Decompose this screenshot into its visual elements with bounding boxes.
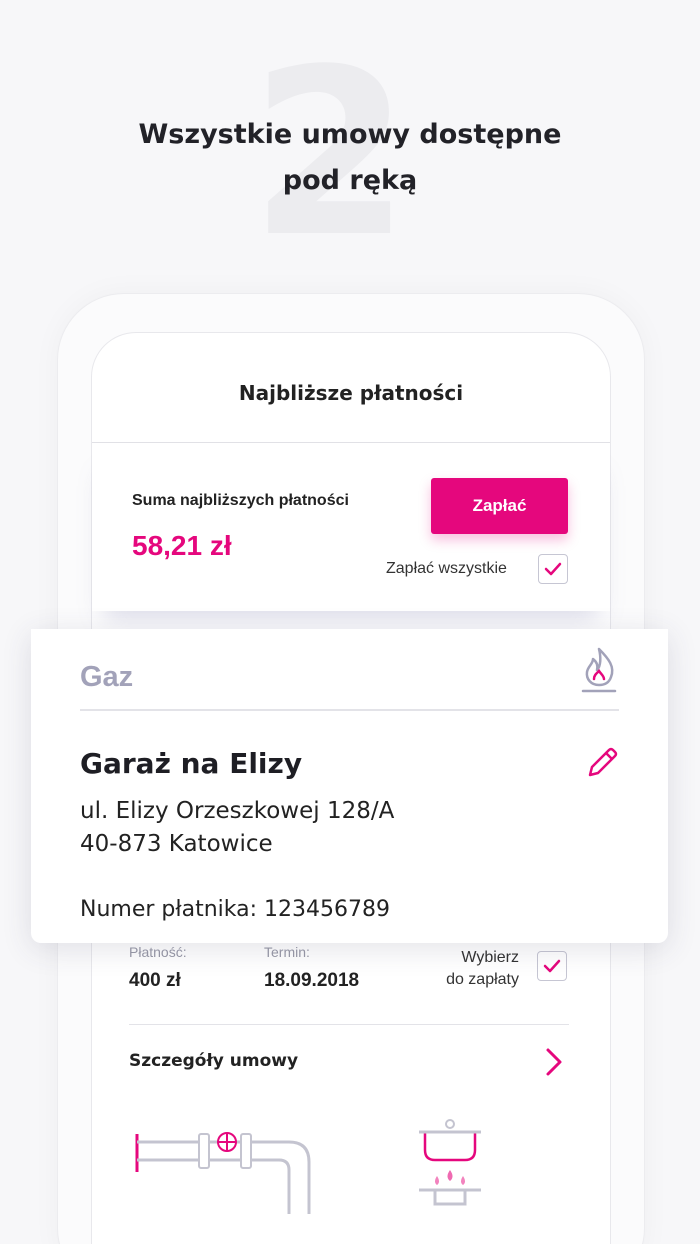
payment-summary-card: Suma najbliższych płatności 58,21 zł Zap… [92,444,610,611]
payment-term: 18.09.2018 [264,970,360,991]
flame-icon [581,647,617,693]
contract-type: Gaz [80,661,134,693]
headline-line-2: pod ręką [282,165,418,196]
pipe-illustration [135,1119,481,1214]
details-divider [129,1024,569,1025]
select-to-pay-line-1: Wybierz [461,949,519,966]
contract-details-link[interactable]: Szczegóły umowy [129,1051,298,1071]
pay-button[interactable]: Zapłać [431,478,568,534]
select-to-pay-checkbox[interactable] [537,951,567,981]
headline: Wszystkie umowy dostępne pod ręką [0,112,700,204]
address-line-1: ul. Elizy Orzeszkowej 128/A [80,798,395,824]
headline-line-1: Wszystkie umowy dostępne [138,119,562,150]
select-to-pay-line-2: do zapłaty [446,971,519,988]
summary-label: Suma najbliższych płatności [132,492,349,509]
pencil-icon[interactable] [584,745,620,781]
contract-name: Garaż na Elizy [80,747,303,780]
select-to-pay-label: Wybierz do zapłaty [409,947,519,991]
address-line-2: 40-873 Katowice [80,831,273,857]
screen-title: Najbliższe płatności [238,381,464,405]
check-icon [543,959,561,973]
payment-details-card: Płatność: 400 zł Termin: 18.09.2018 Wybi… [109,944,589,1244]
contract-address: ul. Elizy Orzeszkowej 128/A 40-873 Katow… [80,795,394,861]
header-divider [92,442,610,443]
contract-card[interactable]: Gaz Garaż na Elizy ul. Elizy Orzeszkowej… [31,629,668,943]
pay-all-checkbox[interactable] [538,554,568,584]
payment-term-label: Termin: [264,944,310,960]
summary-amount: 58,21 zł [132,530,232,561]
contract-divider [80,709,619,711]
payment-amount: 400 zł [129,970,181,991]
payment-amount-label: Płatność: [129,944,187,960]
check-icon [544,562,562,576]
payer-number: Numer płatnika: 123456789 [80,897,390,922]
chevron-right-icon[interactable] [542,1046,566,1078]
pay-all-label: Zapłać wszystkie [386,560,507,577]
